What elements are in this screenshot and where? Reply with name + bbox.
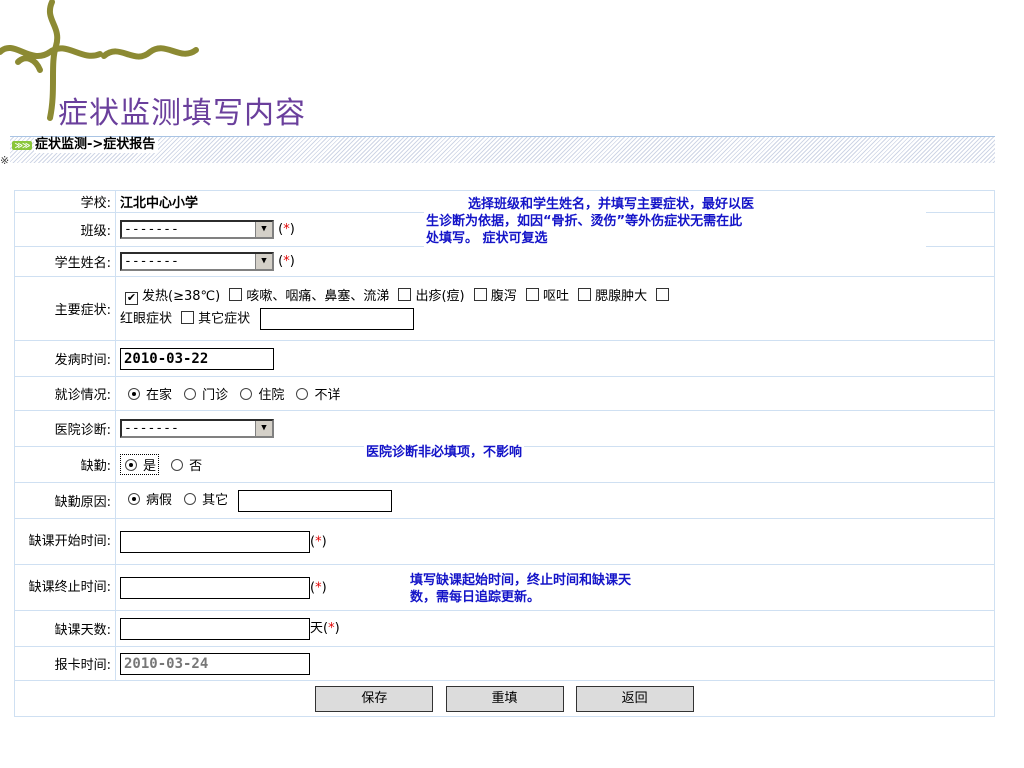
- annotation-class-student: 选择班级和学生姓名，并填写主要症状，最好以医 生诊断为依据，如因“骨折、烫伤”等…: [424, 196, 926, 247]
- absent-label: 缺勤:: [14, 446, 116, 483]
- symptom-fever-label: 发热(≥38℃): [142, 289, 221, 305]
- reason-sick-radio[interactable]: [128, 493, 140, 506]
- row-absence-start: 缺课开始时间: (*): [14, 518, 995, 565]
- visit-outpatient-label: 门诊: [202, 388, 229, 403]
- student-select[interactable]: ------- ▼: [120, 252, 274, 271]
- required-marker: (*): [323, 621, 340, 637]
- stray-glyph: ※: [0, 154, 10, 167]
- student-label: 学生姓名:: [14, 246, 116, 277]
- absent-no-label: 否: [189, 459, 203, 474]
- onset-label: 发病时间:: [14, 340, 116, 377]
- symptom-mumps-checkbox[interactable]: [578, 288, 592, 302]
- reason-other-input[interactable]: [238, 489, 393, 512]
- symptom-diarrhea-label: 腹泻: [490, 289, 517, 305]
- absence-end-label: 缺课终止时间:: [14, 564, 116, 611]
- row-visit: 就诊情况: 在家 门诊 住院 不详: [14, 376, 995, 411]
- section-header-bar: ≫≫ 症状监测->症状报告: [10, 136, 995, 163]
- slide-title: 症状监测填写内容: [58, 96, 306, 131]
- save-button[interactable]: 保存: [315, 685, 434, 712]
- school-label: 学校:: [14, 190, 116, 213]
- annotation-absence: 填写缺课起始时间，终止时间和缺课天 数，需每日追踪更新。: [408, 572, 634, 606]
- absence-days-label: 缺课天数:: [14, 610, 116, 647]
- visit-inpatient-label: 住院: [258, 388, 285, 403]
- row-onset: 发病时间: 2010-03-22: [14, 340, 995, 377]
- reason-other-label: 其它: [202, 493, 229, 509]
- symptom-other-checkbox[interactable]: [181, 310, 195, 324]
- symptom-diarrhea-checkbox[interactable]: [473, 288, 487, 302]
- absent-yes-focus[interactable]: 是: [120, 454, 160, 475]
- report-time-label: 报卡时间:: [14, 646, 116, 681]
- required-marker: (*): [278, 254, 295, 269]
- row-buttons: 保存 重填 返回: [14, 680, 995, 717]
- required-marker: (*): [310, 580, 327, 595]
- symptom-vomit-label: 呕吐: [542, 289, 569, 305]
- symptom-vomit-checkbox[interactable]: [525, 288, 539, 302]
- class-label: 班级:: [14, 212, 116, 247]
- school-value: 江北中心小学: [120, 196, 199, 211]
- visit-unknown-label: 不详: [314, 388, 341, 403]
- breadcrumb: 症状监测->症状报告: [34, 137, 159, 153]
- row-absence-days: 缺课天数: 天(*): [14, 610, 995, 647]
- symptom-mumps-label: 腮腺肿大: [595, 289, 648, 305]
- report-time-input[interactable]: 2010-03-24: [120, 652, 310, 675]
- visit-unknown-radio[interactable]: [296, 388, 309, 400]
- absent-yes-label: 是: [143, 459, 157, 474]
- row-diagnosis: 医院诊断: ------- ▼: [14, 410, 995, 447]
- reason-sick-label: 病假: [146, 493, 173, 509]
- absence-end-input[interactable]: [120, 576, 310, 599]
- symptom-rash-checkbox[interactable]: [398, 288, 412, 302]
- dropdown-arrow-icon[interactable]: ▼: [255, 421, 272, 436]
- diagnosis-label: 医院诊断:: [14, 410, 116, 447]
- row-student: 学生姓名: ------- ▼ (*): [14, 246, 995, 277]
- absence-days-input[interactable]: [120, 617, 310, 640]
- dropdown-arrow-icon[interactable]: ▼: [255, 222, 272, 237]
- other-symptom-input[interactable]: [260, 308, 415, 331]
- row-symptoms: 主要症状: ✔ 发热(≥38℃) 咳嗽、咽痛、鼻塞、流涕 出疹(痘) 腹泻 呕吐 …: [14, 276, 995, 341]
- days-unit: 天: [310, 621, 324, 637]
- symptom-rash-label: 出疹(痘): [415, 289, 465, 305]
- back-button[interactable]: 返回: [575, 685, 694, 712]
- symptom-fever-checkbox[interactable]: ✔: [125, 292, 138, 306]
- absence-start-label: 缺课开始时间:: [14, 518, 116, 565]
- required-marker: (*): [278, 222, 295, 237]
- onset-date-input[interactable]: 2010-03-22: [120, 347, 274, 370]
- visit-home-radio[interactable]: [128, 388, 140, 400]
- visit-outpatient-radio[interactable]: [184, 388, 197, 400]
- symptom-cough-label: 咳嗽、咽痛、鼻塞、流涕: [246, 289, 390, 305]
- symptom-cough-checkbox[interactable]: [229, 288, 243, 302]
- diagnosis-select[interactable]: ------- ▼: [120, 419, 274, 438]
- symptom-redeye-label: 红眼症状: [120, 311, 173, 327]
- symptom-other-label: 其它症状: [198, 311, 251, 327]
- absent-yes-radio[interactable]: [125, 459, 137, 471]
- required-marker: (*): [310, 534, 327, 549]
- row-report-time: 报卡时间: 2010-03-24: [14, 646, 995, 681]
- absent-no-radio[interactable]: [171, 459, 184, 471]
- class-select[interactable]: ------- ▼: [120, 220, 274, 239]
- absence-start-input[interactable]: [120, 530, 310, 553]
- visit-home-label: 在家: [146, 388, 173, 403]
- row-absent-reason: 缺勤原因: 病假 其它: [14, 482, 995, 519]
- reason-other-radio[interactable]: [184, 493, 197, 506]
- double-chevron-icon: ≫≫: [12, 141, 32, 150]
- visit-label: 就诊情况:: [14, 376, 116, 411]
- visit-inpatient-radio[interactable]: [240, 388, 253, 400]
- symptoms-label: 主要症状:: [14, 276, 116, 341]
- absent-reason-label: 缺勤原因:: [14, 482, 116, 519]
- annotation-diagnosis: 医院诊断非必填项，不影响: [364, 444, 525, 461]
- reset-button[interactable]: 重填: [445, 685, 564, 712]
- symptom-redeye-checkbox[interactable]: [656, 288, 670, 302]
- dropdown-arrow-icon[interactable]: ▼: [255, 254, 272, 269]
